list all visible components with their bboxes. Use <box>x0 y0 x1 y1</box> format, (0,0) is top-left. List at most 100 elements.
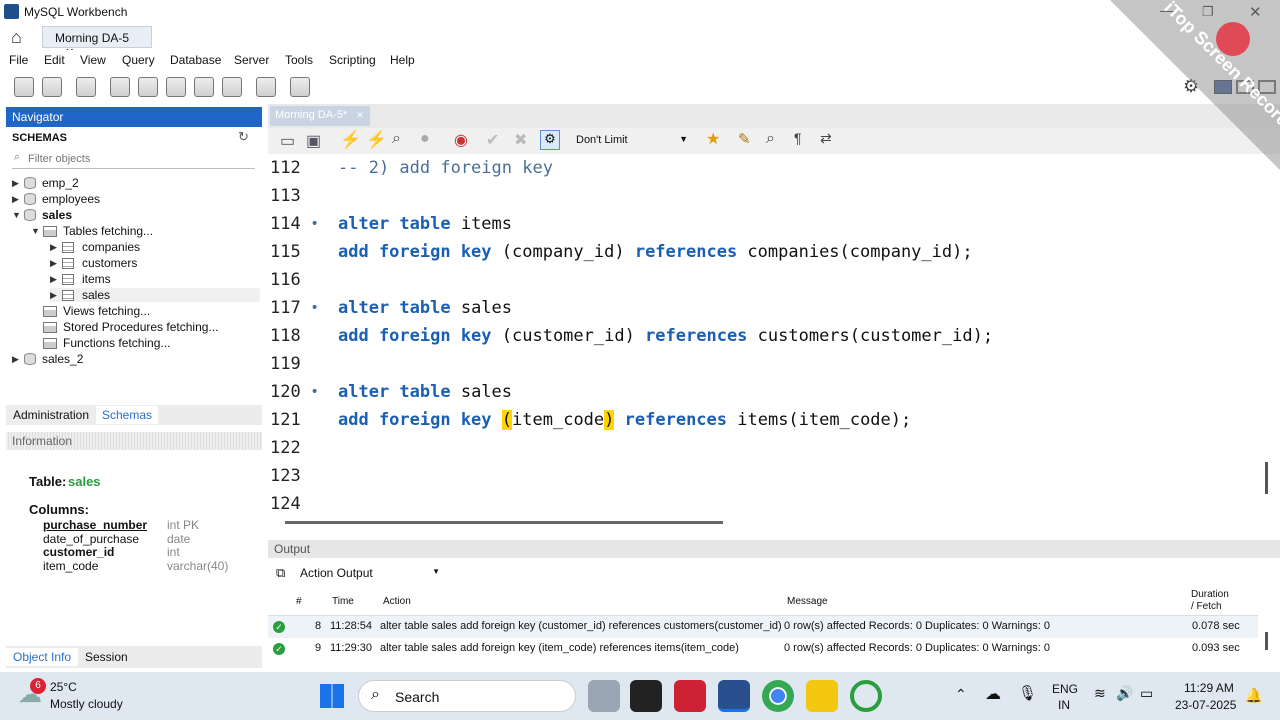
menu-query[interactable]: Query <box>122 53 155 67</box>
editor-horizontal-scrollbar[interactable] <box>285 521 723 524</box>
tree-item[interactable]: ▶ customers <box>50 256 137 270</box>
tree-item[interactable]: ▶ companies <box>50 240 140 254</box>
connection-tab[interactable]: Morning DA-5 ✕ <box>42 26 152 59</box>
reconnect-icon[interactable] <box>290 77 310 97</box>
menu-database[interactable]: Database <box>170 53 221 67</box>
menu-file[interactable]: File <box>9 53 28 67</box>
start-button[interactable] <box>320 684 344 708</box>
expand-arrow-icon[interactable]: ▶ <box>50 258 62 269</box>
execute-icon[interactable]: ⚡ <box>340 130 361 150</box>
expand-arrow-icon[interactable]: ▶ <box>50 242 62 253</box>
expand-arrow-icon[interactable]: ▶ <box>12 178 24 189</box>
code-line[interactable]: 119 <box>268 350 338 378</box>
show-hidden-icons[interactable]: ⌃ <box>955 686 967 703</box>
add-snippet-icon[interactable]: ★ <box>706 129 720 149</box>
code-line[interactable]: 115 add foreign key (company_id) referenc… <box>268 238 973 266</box>
execute-current-icon[interactable]: ⚡ <box>366 130 387 150</box>
wifi-icon[interactable]: ≋ <box>1094 685 1106 702</box>
code-line[interactable]: 123 <box>268 462 338 490</box>
tree-item[interactable]: ▶ sales_2 <box>12 352 83 366</box>
inspector-icon[interactable] <box>76 77 96 97</box>
open-file-icon[interactable]: ▭ <box>280 131 295 151</box>
create-table-icon[interactable] <box>138 77 158 97</box>
menu-view[interactable]: View <box>80 53 106 67</box>
clock-time[interactable]: 11:29 AM <box>1184 681 1234 695</box>
word-wrap-icon[interactable]: ⇄ <box>820 130 832 147</box>
cloud-icon[interactable]: ☁ <box>985 684 1001 704</box>
stop-icon[interactable]: ● <box>420 130 430 148</box>
terminal-icon[interactable] <box>630 680 662 712</box>
refresh-schemas-icon[interactable]: ↻ <box>238 129 249 145</box>
output-vertical-scrollbar[interactable] <box>1265 632 1268 650</box>
sql-editor[interactable]: 112 -- 2) add foreign key 113 114 • alter ta… <box>268 154 1258 514</box>
taskbar-search[interactable]: ⌕ Search <box>358 680 576 712</box>
output-row[interactable]: ✓ 8 11:28:54 alter table sales add foreign … <box>268 616 1258 638</box>
output-row[interactable]: ✓ 9 11:29:30 alter table sales add foreign … <box>268 638 1258 660</box>
search-table-data-icon[interactable] <box>256 77 276 97</box>
action-output-select[interactable]: Action Output ▼ <box>296 564 444 582</box>
lang-2[interactable]: IN <box>1058 698 1070 712</box>
close-editor-tab-icon[interactable]: ✕ <box>356 110 364 120</box>
filter-objects-input[interactable] <box>12 149 255 169</box>
rollback-icon[interactable]: ✖ <box>514 130 527 150</box>
toggle-error-icon[interactable]: ◉ <box>454 130 468 150</box>
code-line[interactable]: 121 add foreign key (item_code) reference… <box>268 406 911 434</box>
mic-icon[interactable]: 🎙 <box>1018 684 1037 702</box>
code-line[interactable]: 113 <box>268 182 338 210</box>
explain-icon[interactable]: ⌕ <box>392 130 401 148</box>
recorder-app-icon[interactable] <box>674 680 706 712</box>
expand-arrow-icon[interactable]: ▶ <box>12 194 24 205</box>
chrome-icon[interactable] <box>762 680 794 712</box>
tree-item[interactable]: Views fetching... <box>31 304 150 318</box>
tree-item[interactable]: ▶ emp_2 <box>12 176 79 190</box>
open-sql-script-icon[interactable] <box>42 77 62 97</box>
autocommit-icon[interactable]: ⚙ <box>540 130 560 150</box>
code-line[interactable]: 122 <box>268 434 338 462</box>
clock-date[interactable]: 23-07-2025 <box>1175 698 1236 712</box>
code-line[interactable]: 118 add foreign key (customer_id) referen… <box>268 322 993 350</box>
menu-edit[interactable]: Edit <box>44 53 65 67</box>
expand-arrow-icon[interactable]: ▶ <box>12 354 24 365</box>
tree-item[interactable]: ▼ Tables fetching... <box>31 224 153 238</box>
tree-item[interactable]: ▶ sales <box>50 288 260 302</box>
create-function-icon[interactable] <box>222 77 242 97</box>
copy-output-icon[interactable]: ⧉ <box>276 565 285 581</box>
progress-app-icon[interactable] <box>850 680 882 712</box>
new-sql-tab-icon[interactable] <box>14 77 34 97</box>
menu-help[interactable]: Help <box>390 53 415 67</box>
code-line[interactable]: 117 • alter table sales <box>268 294 512 322</box>
lang-1[interactable]: ENG <box>1052 682 1078 696</box>
tab-schemas[interactable]: Schemas <box>96 406 159 424</box>
code-line[interactable]: 114 • alter table items <box>268 210 512 238</box>
limit-select[interactable]: Don't Limit ▼ <box>572 131 692 151</box>
code-line[interactable]: 124 <box>268 490 338 514</box>
editor-vertical-scrollbar[interactable] <box>1265 462 1268 494</box>
invisible-chars-icon[interactable]: ¶ <box>794 130 802 146</box>
beautify-icon[interactable]: ✎ <box>738 130 751 148</box>
tree-item[interactable]: ▼ sales <box>12 208 72 222</box>
menu-tools[interactable]: Tools <box>285 53 313 67</box>
create-schema-icon[interactable] <box>110 77 130 97</box>
expand-arrow-icon[interactable]: ▶ <box>50 274 62 285</box>
mysql-workbench-icon[interactable] <box>718 680 750 712</box>
tree-item[interactable]: ▶ items <box>50 272 111 286</box>
commit-icon[interactable]: ✔ <box>486 130 499 150</box>
tab-administration[interactable]: Administration <box>13 408 89 422</box>
tab-object-info[interactable]: Object Info <box>6 648 79 666</box>
save-icon[interactable]: ▣ <box>306 131 321 151</box>
menu-scripting[interactable]: Scripting <box>329 53 376 67</box>
menu-server[interactable]: Server <box>234 53 269 67</box>
tab-session[interactable]: Session <box>85 650 128 664</box>
expand-arrow-icon[interactable]: ▶ <box>50 290 62 301</box>
editor-tab[interactable]: Morning DA-5* ✕ <box>270 106 370 126</box>
tree-item[interactable]: Stored Procedures fetching... <box>31 320 218 334</box>
home-icon[interactable]: ⌂ <box>11 27 22 48</box>
task-view-icon[interactable] <box>588 680 620 712</box>
find-icon[interactable]: ⌕ <box>766 130 775 148</box>
code-line[interactable]: 120 • alter table sales <box>268 378 512 406</box>
collapse-arrow-icon[interactable]: ▼ <box>31 226 43 236</box>
power-bi-icon[interactable] <box>806 680 838 712</box>
code-line[interactable]: 112 -- 2) add foreign key <box>268 154 553 182</box>
tree-item[interactable]: ▶ employees <box>12 192 100 206</box>
tree-item[interactable]: Functions fetching... <box>31 336 170 350</box>
